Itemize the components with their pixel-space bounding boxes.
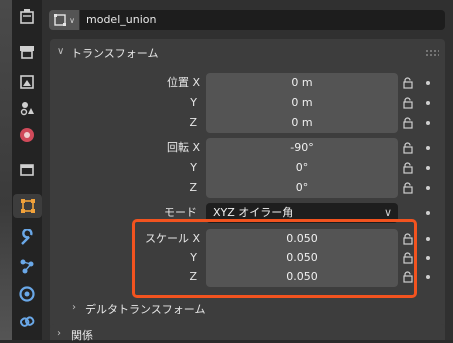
rotation-y-field[interactable]: 0° (206, 158, 398, 178)
location-z-field[interactable]: 0 m (206, 113, 398, 133)
location-z-label: Z (189, 116, 197, 129)
keyframe-dot[interactable] (426, 81, 430, 85)
output-tab[interactable] (15, 70, 39, 94)
keyframe-dot[interactable] (426, 211, 430, 215)
drag-grip-icon[interactable] (425, 49, 439, 57)
object-data-icon (54, 14, 67, 26)
rotation-y-label: Y (190, 161, 197, 174)
output-icon (20, 75, 34, 89)
lock-icon[interactable] (402, 117, 414, 129)
view-layer-icon (20, 102, 34, 116)
modifier-tab[interactable] (15, 226, 39, 250)
keyframe-dot[interactable] (426, 256, 430, 260)
view-layer-tab[interactable] (15, 96, 39, 120)
tool-icon (20, 9, 34, 24)
chevron-right-icon[interactable]: › (72, 302, 76, 313)
keyframe-dot[interactable] (426, 121, 430, 125)
keyframe-dot[interactable] (426, 237, 430, 241)
object-type-button[interactable]: ∨ (49, 10, 79, 30)
render-tab[interactable] (15, 40, 39, 64)
viewport-edge (0, 0, 12, 340)
render-icon (20, 46, 34, 59)
tool-tab[interactable] (15, 4, 39, 28)
physics-tab[interactable] (15, 282, 39, 306)
modifier-icon (21, 229, 33, 245)
lock-icon[interactable] (402, 97, 414, 109)
rotation-x-field[interactable]: -90° (206, 138, 398, 158)
object-name-field[interactable]: model_union (80, 10, 445, 30)
rotation-x-label: 回転 X (166, 141, 200, 154)
transform-title: トランスフォーム (71, 47, 159, 60)
world-icon (20, 164, 34, 176)
keyframe-dot[interactable] (426, 146, 430, 150)
location-y-label: Y (190, 96, 197, 109)
chevron-down-icon: ∨ (69, 15, 75, 25)
world-tab[interactable] (15, 158, 39, 182)
keyframe-dot[interactable] (426, 166, 430, 170)
relations-panel-header[interactable] (50, 324, 445, 340)
location-x-label: 位置 X (166, 76, 200, 89)
lock-icon[interactable] (402, 182, 414, 194)
location-x-field[interactable]: 0 m (206, 73, 398, 93)
rotation-mode-value: XYZ オイラー角 (213, 206, 294, 219)
delta-transform-title: デルタトランスフォーム (85, 303, 206, 316)
lock-icon[interactable] (402, 162, 414, 174)
particles-tab[interactable] (15, 254, 39, 278)
chevron-down-icon[interactable]: ∨ (57, 46, 64, 57)
keyframe-dot[interactable] (426, 101, 430, 105)
location-y-field[interactable]: 0 m (206, 93, 398, 113)
relations-title: 関係 (71, 329, 93, 342)
scene-icon (20, 128, 34, 142)
lock-icon[interactable] (402, 77, 414, 89)
chevron-right-icon[interactable]: › (57, 328, 61, 339)
scale-highlight-annotation (132, 219, 417, 298)
object-icon (20, 199, 35, 213)
scene-tab[interactable] (15, 123, 39, 147)
keyframe-dot[interactable] (426, 186, 430, 190)
rotation-z-label: Z (189, 181, 197, 194)
object-tab[interactable] (13, 194, 42, 218)
keyframe-dot[interactable] (426, 275, 430, 279)
constraints-tab[interactable] (15, 310, 39, 334)
physics-icon (19, 286, 35, 302)
rotation-z-field[interactable]: 0° (206, 178, 398, 198)
particles-icon (20, 259, 34, 274)
lock-icon[interactable] (402, 142, 414, 154)
constraints-icon (20, 316, 35, 327)
